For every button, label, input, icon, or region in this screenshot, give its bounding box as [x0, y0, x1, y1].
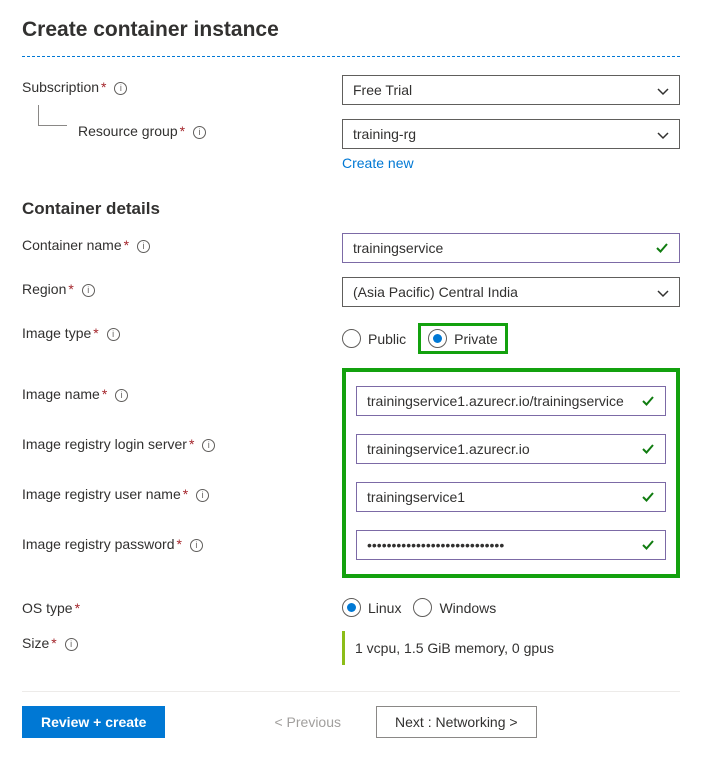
radio-icon [428, 329, 447, 348]
image-name-input[interactable]: trainingservice1.azurecr.io/trainingserv… [356, 386, 666, 416]
image-type-private-radio[interactable]: Private [428, 329, 498, 348]
info-icon[interactable]: i [107, 328, 120, 341]
check-icon [641, 490, 655, 507]
container-name-input[interactable]: trainingservice [342, 233, 680, 263]
user-name-input[interactable]: trainingservice1 [356, 482, 666, 512]
info-icon[interactable]: i [196, 489, 209, 502]
highlight-registry-block: trainingservice1.azurecr.io/trainingserv… [342, 368, 680, 578]
os-type-label: OS type* [22, 596, 342, 616]
size-value: 1 vcpu, 1.5 GiB memory, 0 gpus [342, 631, 680, 665]
container-name-label: Container name* i [22, 233, 342, 253]
image-type-public-radio[interactable]: Public [342, 329, 406, 348]
user-name-label: Image registry user name* i [22, 486, 342, 502]
next-button[interactable]: Next : Networking > [376, 706, 537, 738]
chevron-down-icon [657, 129, 669, 145]
previous-button: < Previous [255, 706, 360, 738]
os-linux-radio[interactable]: Linux [342, 598, 401, 617]
container-details-heading: Container details [22, 199, 680, 219]
footer: Review + create < Previous Next : Networ… [22, 691, 680, 756]
info-icon[interactable]: i [202, 439, 215, 452]
os-windows-radio[interactable]: Windows [413, 598, 496, 617]
divider [22, 56, 680, 57]
image-type-label: Image type* i [22, 321, 342, 341]
size-label: Size* i [22, 631, 342, 651]
region-label: Region* i [22, 277, 342, 297]
info-icon[interactable]: i [115, 389, 128, 402]
region-select[interactable]: (Asia Pacific) Central India [342, 277, 680, 307]
create-new-link[interactable]: Create new [342, 149, 414, 171]
subscription-select[interactable]: Free Trial [342, 75, 680, 105]
info-icon[interactable]: i [114, 82, 127, 95]
radio-icon [342, 598, 361, 617]
subscription-label: Subscription* i [22, 75, 342, 95]
check-icon [655, 241, 669, 258]
check-icon [641, 394, 655, 411]
info-icon[interactable]: i [82, 284, 95, 297]
image-name-label: Image name* i [22, 386, 342, 402]
info-icon[interactable]: i [190, 539, 203, 552]
login-server-label: Image registry login server* i [22, 436, 342, 452]
chevron-down-icon [657, 287, 669, 303]
resource-group-label: Resource group* i [22, 119, 342, 139]
password-label: Image registry password* i [22, 536, 342, 552]
review-create-button[interactable]: Review + create [22, 706, 165, 738]
check-icon [641, 538, 655, 555]
radio-icon [342, 329, 361, 348]
password-input[interactable]: •••••••••••••••••••••••••••• [356, 530, 666, 560]
resource-group-select[interactable]: training-rg [342, 119, 680, 149]
check-icon [641, 442, 655, 459]
page-title: Create container instance [22, 18, 680, 42]
chevron-down-icon [657, 85, 669, 101]
info-icon[interactable]: i [193, 126, 206, 139]
login-server-input[interactable]: trainingservice1.azurecr.io [356, 434, 666, 464]
highlight-private: Private [418, 323, 508, 354]
radio-icon [413, 598, 432, 617]
info-icon[interactable]: i [137, 240, 150, 253]
info-icon[interactable]: i [65, 638, 78, 651]
